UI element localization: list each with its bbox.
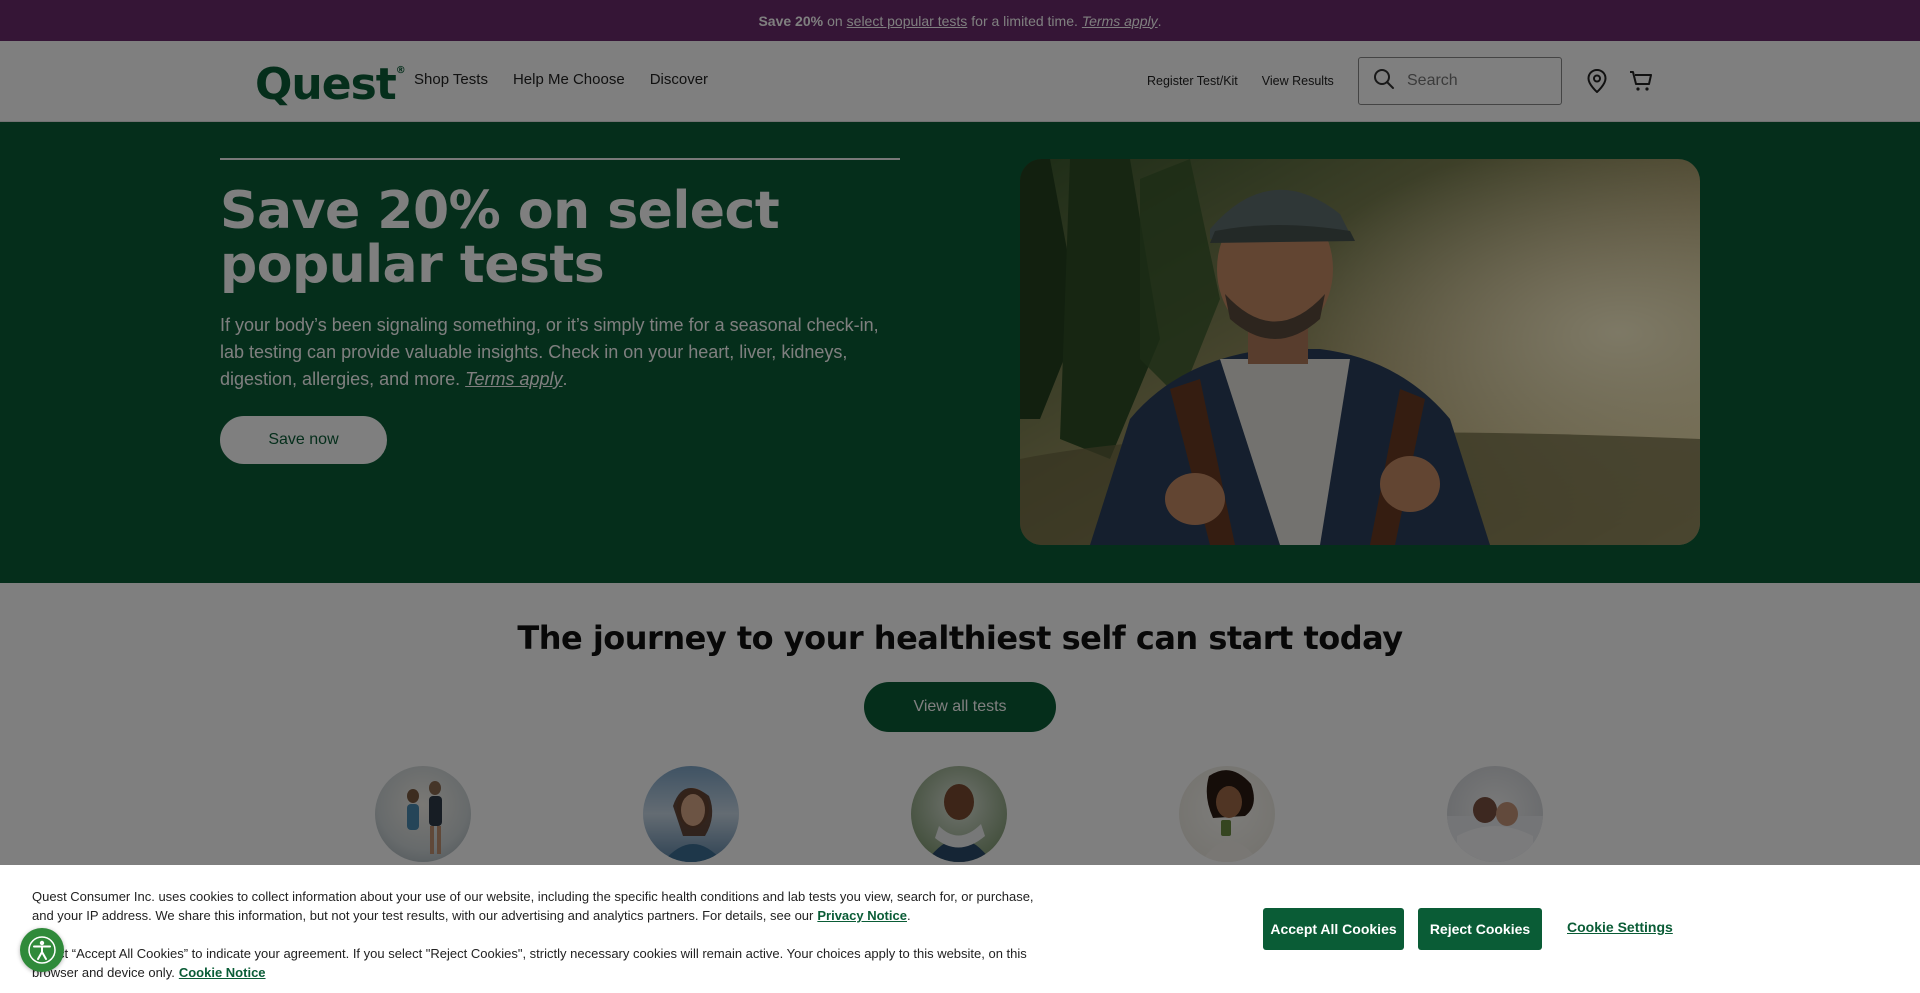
hero-terms-link[interactable]: Terms apply — [465, 369, 562, 389]
hero-title: Save 20% on select popular tests — [220, 181, 780, 295]
cookie-text-1-end: . — [906, 908, 911, 923]
promo-banner: Save 20% on select popular tests for a l… — [0, 0, 1920, 41]
reject-cookies-button[interactable]: Reject Cookies — [1418, 908, 1542, 950]
cookie-notice-link[interactable]: Cookie Notice — [179, 965, 266, 980]
cart-icon[interactable] — [1628, 68, 1654, 94]
category-image-man-towel[interactable] — [911, 766, 1007, 862]
view-all-tests-button[interactable]: View all tests — [864, 682, 1056, 732]
promo-bold: Save 20% — [758, 12, 824, 29]
nav-shop-tests[interactable]: Shop Tests — [414, 71, 488, 88]
nav-discover[interactable]: Discover — [650, 71, 708, 88]
location-pin-icon[interactable] — [1584, 68, 1610, 94]
accept-all-cookies-button[interactable]: Accept All Cookies — [1263, 908, 1404, 950]
privacy-notice-link[interactable]: Privacy Notice — [817, 908, 907, 923]
category-image-woman-drink[interactable] — [1179, 766, 1275, 862]
promo-middle: for a limited time. — [971, 12, 1078, 29]
category-image-woman-outdoors[interactable] — [643, 766, 739, 862]
category-circles — [0, 766, 1920, 862]
cookie-paragraph-2: Select “Accept All Cookies” to indicate … — [32, 944, 1042, 982]
nav-help-me-choose[interactable]: Help Me Choose — [513, 71, 625, 88]
search-icon — [1373, 68, 1395, 95]
search-input[interactable] — [1407, 72, 1547, 90]
hero-divider — [220, 158, 900, 160]
view-results-link[interactable]: View Results — [1262, 74, 1334, 88]
cookie-banner: Quest Consumer Inc. uses cookies to coll… — [0, 865, 1920, 993]
category-image-runners[interactable] — [375, 766, 471, 862]
promo-link[interactable]: select popular tests — [847, 13, 968, 29]
promo-terms-link[interactable]: Terms apply — [1082, 13, 1158, 29]
save-now-button[interactable]: Save now — [220, 416, 387, 464]
journey-heading: The journey to your healthiest self can … — [517, 619, 1403, 657]
hero-description: If your body’s been signaling something,… — [220, 312, 900, 393]
hero-period: . — [562, 369, 568, 389]
promo-on: on — [827, 12, 843, 29]
site-header: Quest® Shop Tests Help Me Choose Discove… — [0, 41, 1920, 122]
register-test-link[interactable]: Register Test/Kit — [1147, 74, 1238, 88]
cookie-settings-link[interactable]: Cookie Settings — [1567, 919, 1673, 935]
hero-section: Save 20% on select popular tests If your… — [0, 122, 1920, 583]
accessibility-icon[interactable] — [20, 928, 64, 972]
utility-links: Register Test/Kit View Results — [1147, 74, 1334, 88]
search-box[interactable] — [1358, 57, 1562, 105]
hero-photo-hiker — [1020, 159, 1700, 545]
category-image-couple-bed[interactable] — [1447, 766, 1543, 862]
logo-text: Quest — [255, 59, 397, 110]
promo-period: . — [1157, 12, 1162, 29]
cookie-text: Quest Consumer Inc. uses cookies to coll… — [32, 887, 1042, 993]
cookie-paragraph-1: Quest Consumer Inc. uses cookies to coll… — [32, 887, 1042, 925]
main-nav: Shop Tests Help Me Choose Discover — [414, 71, 708, 88]
quest-logo[interactable]: Quest® — [255, 59, 406, 110]
